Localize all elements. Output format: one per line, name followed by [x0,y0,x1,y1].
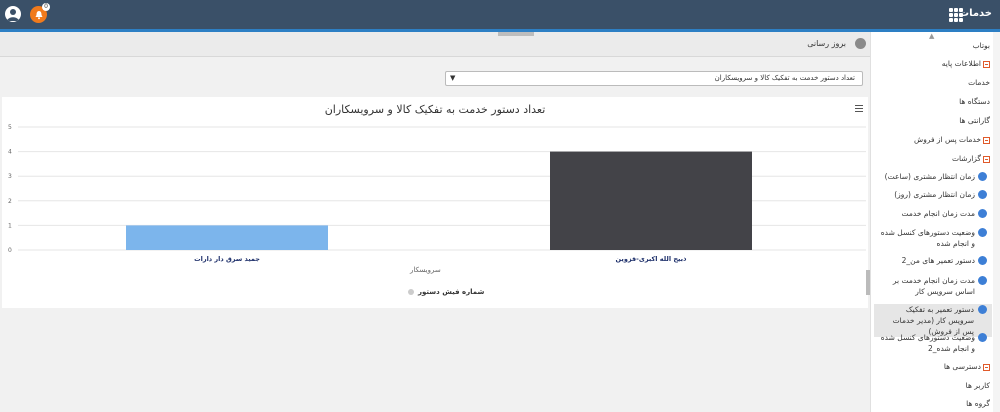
report-icon [978,256,987,265]
sidebar-item-label: وضعیت دستورهای کنسل شده و انجام شده_2 [880,333,975,353]
bar [550,151,752,250]
sidebar-item[interactable]: مدت زمان انجام خدمت بر اساس سرویس کار [875,275,975,297]
sidebar-item[interactable]: دستگاه ها [872,96,990,107]
collapse-icon[interactable] [983,155,990,163]
report-icon [978,333,987,342]
top-bar: 0 خدمات [0,0,1000,29]
x-tick-label: ذبیح الله اکبری-قزوین [616,255,688,263]
y-tick-label: 1 [8,222,12,229]
sidebar-item-label: مدت زمان انجام خدمت [901,209,976,218]
report-select-value: تعداد دستور خدمت به تفکیک کالا و سرویسکا… [714,74,855,82]
sidebar-item-label: اطلاعات پایه [941,59,981,68]
report-icon [978,276,987,285]
toolbar: بروز رسانی [0,32,870,57]
sidebar-item-label: زمان انتظار مشتری (روز) [894,190,975,199]
collapse-icon[interactable] [983,363,990,371]
collapse-icon[interactable] [983,136,990,144]
y-tick-label: 3 [8,173,12,180]
sidebar-item[interactable]: اطلاعات پایه [872,58,990,69]
sidebar-item-label: دستور تعمیر های من_2 [901,256,975,265]
bar-chart: 0 1 2 3 4 5 جمید سرق دار دارات ذبیح الله اکبری-… [8,124,866,263]
sidebar-item-label: گزارشات [951,154,981,163]
collapse-handle[interactable] [498,32,534,36]
sidebar-item-label: وضعیت دستورهای کنسل شده و انجام شده [880,228,975,248]
sidebar-item[interactable]: خدمات [872,77,990,88]
sidebar-item-label: زمان انتظار مشتری (ساعت) [884,172,975,181]
sidebar-item[interactable]: گزارشات [872,153,990,164]
bar [126,225,328,250]
sidebar-item-label: گروه ها [966,399,990,408]
refresh-label[interactable]: بروز رسانی [807,39,846,48]
y-tick-label: 2 [8,198,12,205]
y-tick-label: 4 [8,149,12,156]
sidebar-item-label: دستگاه ها [959,97,990,106]
report-icon [978,305,987,314]
sidebar-item[interactable]: گارانتی ها [872,115,990,126]
sidebar-item[interactable]: دسترسی ها [872,361,990,372]
sidebar-item[interactable]: دستور تعمیر های من_2 [875,255,975,266]
sidebar-item-label: کاربر ها [965,381,990,390]
report-icon [978,209,987,218]
report-icon [978,228,987,237]
sidebar-item-label: خدمات [968,78,990,87]
refresh-icon[interactable] [855,38,866,49]
chart-legend[interactable]: شماره فیش دستور [408,288,484,296]
sidebar-item-label: خدمات پس از فروش [914,135,981,144]
y-tick-label: 5 [8,124,12,131]
x-tick-label: جمید سرق دار دارات [194,255,260,263]
sidebar-item-label: گارانتی ها [959,116,990,125]
report-icon [978,190,987,199]
chevron-up-icon[interactable]: ▲ [929,32,934,40]
legend-marker-icon [408,289,414,295]
sidebar-item[interactable]: کاربر ها [872,380,990,391]
y-tick-label: 0 [8,247,12,254]
sidebar-item[interactable]: زمان انتظار مشتری (ساعت) [875,171,975,182]
sidebar-item[interactable]: گروه ها [872,398,990,409]
report-select[interactable]: ▼ تعداد دستور خدمت به تفکیک کالا و سرویس… [445,71,863,86]
notification-count-badge: 0 [42,3,50,11]
sidebar-item[interactable]: بوتاب [872,40,990,51]
sidebar: ▲ بوتاب اطلاعات پایه خدمات دستگاه ها گارانتی… [870,32,1000,412]
app-title: خدمات [959,8,992,19]
collapse-icon[interactable] [983,60,990,68]
x-axis-title: سرویسکار [410,266,441,274]
sidebar-item[interactable]: وضعیت دستورهای کنسل شده و انجام شده [875,227,975,249]
legend-label: شماره فیش دستور [418,288,485,296]
sidebar-item-label: مدت زمان انجام خدمت بر اساس سرویس کار [892,276,975,296]
report-icon [978,172,987,181]
sidebar-item-label: بوتاب [972,41,990,50]
sidebar-item[interactable]: وضعیت دستورهای کنسل شده و انجام شده_2 [875,332,975,354]
sidebar-scrollbar[interactable] [993,32,1000,412]
sidebar-item-label: دسترسی ها [943,362,981,371]
sidebar-item[interactable]: مدت زمان انجام خدمت [875,208,976,219]
sidebar-item[interactable]: خدمات پس از فروش [872,134,990,145]
sidebar-item[interactable]: زمان انتظار مشتری (روز) [875,189,975,200]
user-avatar-icon[interactable] [5,6,21,22]
chevron-down-icon: ▼ [450,74,456,82]
